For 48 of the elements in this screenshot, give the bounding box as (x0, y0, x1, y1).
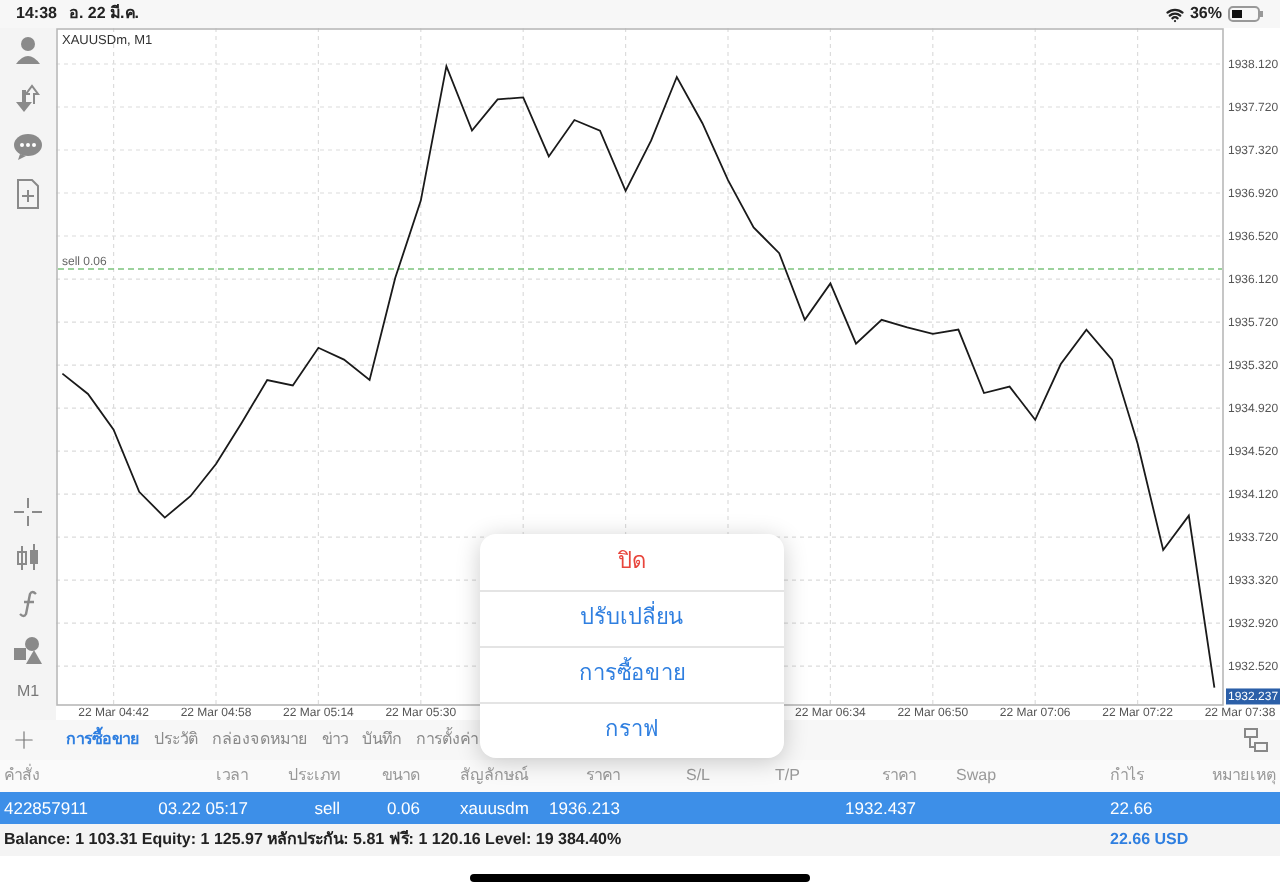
table-cell-text: 22.66 (1108, 795, 1155, 821)
table-header-cell-text: เวลา (214, 764, 250, 788)
table-header-cell-text: ขนาด (380, 764, 422, 788)
status-date: อ. 22 มี.ค. (68, 2, 139, 26)
menu-item[interactable]: ปิด (480, 534, 784, 590)
table-row[interactable]: 422857911 03.22 05:17 sell 0.06 xauusdm 1936.213 1932.437 22.66 (0, 792, 1280, 824)
menu-item[interactable]: กราฟ (480, 702, 784, 758)
table-cell-text: 422857911 (2, 795, 90, 821)
menu-item[interactable]: ปรับเปลี่ยน (480, 590, 784, 646)
tab[interactable]: การซื้อขาย (66, 728, 140, 752)
table-header-cell-text: Swap (954, 764, 999, 788)
tab[interactable]: ข่าว (322, 728, 348, 752)
table-header-cell-text: T/P (773, 764, 802, 788)
candlestick-icon[interactable] (12, 542, 44, 574)
layout-icon[interactable] (1244, 728, 1268, 752)
add-document-icon[interactable] (12, 178, 44, 210)
menu-item[interactable]: การซื้อขาย (480, 646, 784, 702)
user-icon[interactable] (12, 34, 44, 66)
table-cell-text: 1932.437 (843, 795, 918, 821)
table-cell-text: 03.22 05:17 (156, 795, 250, 821)
table-header-cell-text: สัญลักษณ์ (458, 764, 531, 788)
tab[interactable]: ประวัติ (154, 728, 198, 752)
table-cell-text: xauusdm (458, 795, 531, 821)
battery-icon (1228, 6, 1264, 22)
add-icon[interactable] (10, 726, 38, 754)
table-cell-text: 0.06 (384, 795, 422, 821)
total-profit: 22.66 USD (1108, 828, 1191, 852)
table-cell-text: sell (312, 795, 342, 821)
table-header-cell-text: ประเภท (286, 764, 342, 788)
shapes-icon[interactable] (12, 634, 44, 666)
table-header-cell-text: คำสั่ง (2, 764, 42, 788)
wifi-icon (1165, 5, 1184, 23)
table-header-cell-text: S/L (683, 764, 712, 788)
crosshair-icon[interactable] (12, 496, 44, 528)
timeframe-label[interactable]: M1 (16, 680, 40, 704)
table-header-cell-text: กำไร (1108, 764, 1146, 788)
table-header-cell-text: ราคา (584, 764, 622, 788)
table-header-cell-text: หมายเหตุ (1210, 764, 1278, 788)
tab[interactable]: บันทึก (362, 728, 402, 752)
table-cell-text: 1936.213 (547, 795, 622, 821)
table-header-cell-text: ราคา (880, 764, 918, 788)
arrows-icon[interactable] (12, 82, 44, 114)
status-time: 14:38 (16, 2, 57, 26)
account-summary: Balance: 1 103.31 Equity: 1 125.97 หลักประกัน: 5.81 ฟรี: 1 120.16 Level: 19 384.40% (2, 828, 624, 852)
chat-icon[interactable] (12, 130, 44, 162)
tab[interactable]: กล่องจดหมาย (212, 728, 308, 752)
battery-percent: 36% (1189, 2, 1222, 26)
tab[interactable]: การตั้งค่า (416, 728, 478, 752)
